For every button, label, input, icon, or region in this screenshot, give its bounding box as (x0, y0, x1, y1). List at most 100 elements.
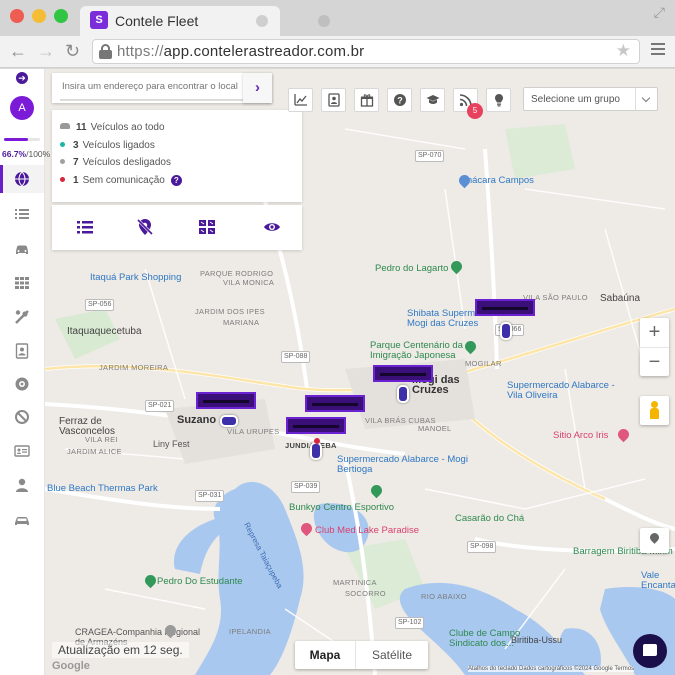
sidebar-item-drivers[interactable] (0, 437, 44, 465)
group-select[interactable]: Selecione um grupo (523, 87, 658, 111)
visibility-eye-icon[interactable] (263, 218, 281, 236)
chat-support-button[interactable] (633, 634, 667, 668)
vehicle-car-icon[interactable] (310, 438, 322, 460)
vehicle-car-icon[interactable] (397, 385, 409, 403)
tips-button[interactable] (486, 88, 511, 112)
contacts-button[interactable] (321, 88, 346, 112)
road-sp-088: SP-088 (281, 351, 311, 363)
reload-icon[interactable]: ↻ (65, 40, 80, 62)
map-label-socorro: SOCORRO (345, 589, 386, 598)
map-label-ipelandia: IPELANDIA (229, 627, 271, 636)
id-card-icon (14, 445, 30, 457)
status-on-row[interactable]: 3 Veículos ligados (60, 140, 155, 154)
cluster-grid-icon[interactable] (198, 218, 216, 236)
address-bar[interactable]: https://app.contelerastreador.com.br ★ (92, 39, 640, 64)
street-view-pegman-icon[interactable] (640, 396, 669, 425)
bookmark-star-icon[interactable]: ★ (616, 41, 631, 61)
forward-arrow-icon[interactable]: → (37, 40, 55, 62)
map-label-pedro-lagarto: Pedro do Lagarto (375, 263, 449, 274)
location-pin-button[interactable] (640, 528, 669, 553)
sidebar-item-map[interactable] (0, 165, 44, 193)
sidebar-item-apps[interactable] (0, 269, 44, 297)
vehicle-label-redacted[interactable] (305, 395, 365, 412)
map-label-vila-urupes: VILA URUPES (227, 427, 280, 436)
zoom-out-button[interactable]: − (640, 347, 669, 376)
status-total-row[interactable]: 11 Veículos ao todo (60, 122, 165, 136)
window-close-button[interactable] (10, 9, 24, 23)
status-nocomm-row[interactable]: 1 Sem comunicação? (60, 175, 182, 189)
map-type-map-button[interactable]: Mapa (295, 641, 355, 669)
map-attribution[interactable]: Atalhos do teclado Dados cartográficos ©… (468, 666, 635, 672)
road-sp-098: SP-098 (467, 541, 497, 553)
tab-title: Contele Fleet (115, 13, 199, 29)
google-logo: Google (52, 660, 90, 672)
sidebar-expand-icon[interactable]: ➔ (16, 72, 28, 84)
status-on-dot (60, 142, 65, 147)
tutorials-button[interactable] (420, 88, 445, 112)
map-label-biritiba: Biritiba-Ussu (511, 635, 563, 645)
zoom-in-button[interactable]: + (640, 318, 669, 347)
map-type-satellite-button[interactable]: Satélite (355, 641, 428, 669)
address-search-input[interactable] (62, 81, 257, 92)
search-submit-button[interactable]: › (243, 73, 272, 103)
back-arrow-icon[interactable]: ← (9, 40, 27, 62)
browser-tab[interactable]: S Contele Fleet (80, 6, 280, 36)
report-icon (15, 343, 29, 359)
new-tab-icon[interactable] (318, 15, 330, 27)
sidebar-item-geofence[interactable] (0, 370, 44, 398)
left-sidebar: ➔ A 66.7%/100% (0, 69, 50, 675)
vehicle-icon (15, 517, 29, 525)
contele-logo-icon: S (90, 11, 108, 29)
status-off-row[interactable]: 7 Veículos desligados (60, 157, 171, 171)
tab-close-icon[interactable] (256, 15, 268, 27)
notification-badge[interactable]: 5 (467, 103, 483, 119)
vehicle-car-icon[interactable] (220, 415, 238, 427)
window-maximize-button[interactable] (54, 9, 68, 23)
vehicle-label-redacted[interactable] (373, 365, 433, 382)
map-label-alabarce-bertioga: Supermercado Alabarce - Mogi Bertioga (337, 454, 468, 475)
tools-icon (15, 310, 29, 324)
help-icon[interactable]: ? (170, 175, 182, 186)
onboarding-progress-text: 66.7%/100% (2, 149, 51, 159)
sidebar-item-list[interactable] (0, 200, 44, 228)
map-label-sabauna: Sabaúna (600, 293, 641, 304)
avatar[interactable]: A (10, 96, 34, 120)
address-search-box (52, 73, 272, 103)
target-icon (15, 377, 29, 391)
help-button[interactable]: ? (387, 88, 412, 112)
browser-menu-icon[interactable] (651, 43, 665, 55)
progress-fill (4, 138, 28, 141)
map-label-alabarce-vila-oliveira: Supermercado Alabarce - Vila Oliveira (507, 380, 615, 401)
map-label-itaquaquecetuba: Itaquaquecetuba (67, 326, 142, 337)
fullscreen-icon[interactable]: ⤢ (654, 4, 665, 21)
vehicle-car-icon[interactable] (500, 322, 512, 340)
browser-titlebar: S Contele Fleet ⤢ (0, 0, 675, 36)
chart-button[interactable] (288, 88, 313, 112)
vehicle-label-redacted[interactable] (475, 299, 535, 316)
sidebar-item-reports[interactable] (0, 337, 44, 365)
lock-icon (99, 44, 112, 59)
vehicle-label-redacted[interactable] (196, 392, 256, 409)
window-minimize-button[interactable] (32, 9, 46, 23)
grid-icon (15, 277, 29, 289)
status-nocomm-dot (60, 177, 65, 182)
road-sp-021: SP-021 (145, 400, 175, 412)
sidebar-item-users[interactable] (0, 471, 44, 499)
map-label-vale-encantado: Vale Encantado (641, 570, 675, 591)
vehicle-label-redacted[interactable] (286, 417, 346, 434)
map-label-itaqua-park: Itaquá Park Shopping (90, 272, 182, 283)
map-label-vila-rei: VILA REI (85, 435, 118, 444)
sidebar-item-restrictions[interactable] (0, 403, 44, 431)
road-sp-039: SP-039 (291, 481, 321, 493)
list-view-icon[interactable] (76, 218, 94, 236)
map-label-blue-beach: Blue Beach Thermas Park (47, 483, 158, 494)
gift-icon (360, 94, 374, 107)
sidebar-item-fleet[interactable] (0, 506, 44, 534)
chevron-down-icon[interactable] (635, 88, 657, 110)
hide-markers-icon[interactable] (136, 218, 154, 236)
chat-bubble-icon (643, 644, 657, 656)
map-label-martinica: MARTINICA (333, 578, 377, 587)
sidebar-item-vehicles[interactable] (0, 235, 44, 263)
gift-button[interactable] (354, 88, 379, 112)
sidebar-item-maintenance[interactable] (0, 303, 44, 331)
